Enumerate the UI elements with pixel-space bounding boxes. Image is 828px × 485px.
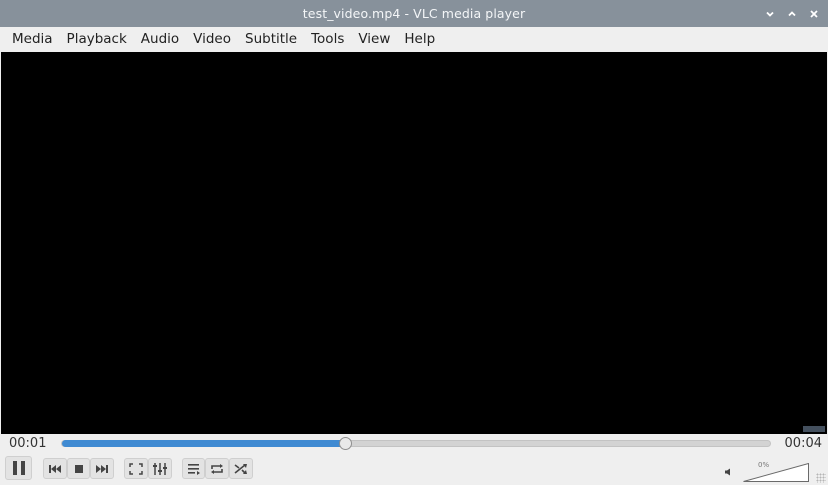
volume-slider[interactable] [743, 463, 809, 482]
window-controls [762, 0, 822, 27]
extended-settings-button[interactable] [148, 458, 172, 479]
seek-row: 00:01 00:04 [0, 434, 828, 454]
playlist-icon [187, 463, 201, 475]
menu-subtitle[interactable]: Subtitle [238, 27, 304, 51]
menu-view[interactable]: View [351, 27, 397, 51]
previous-button[interactable] [43, 458, 67, 479]
elapsed-time[interactable]: 00:01 [9, 436, 46, 451]
maximize-icon[interactable] [784, 6, 800, 22]
menu-video[interactable]: Video [186, 27, 238, 51]
video-display[interactable] [1, 52, 827, 434]
previous-icon [48, 464, 62, 474]
close-icon[interactable] [806, 6, 822, 22]
window-title: test_video.mp4 - VLC media player [302, 6, 526, 21]
seek-handle[interactable] [339, 437, 352, 450]
pause-button[interactable] [5, 456, 32, 480]
menu-bar: Media Playback Audio Video Subtitle Tool… [0, 27, 828, 51]
seek-slider[interactable] [61, 437, 771, 450]
resize-grip[interactable] [803, 426, 825, 432]
loop-icon [210, 463, 224, 475]
menu-help[interactable]: Help [397, 27, 442, 51]
stop-icon [74, 464, 84, 474]
shuffle-icon [234, 463, 248, 475]
extended-settings-icon [152, 462, 168, 476]
title-bar: test_video.mp4 - VLC media player [0, 0, 828, 27]
minimize-icon[interactable] [762, 6, 778, 22]
pause-icon [11, 460, 27, 476]
loop-button[interactable] [205, 458, 229, 479]
menu-media[interactable]: Media [5, 27, 60, 51]
speaker-icon[interactable] [723, 464, 733, 482]
total-time[interactable]: 00:04 [785, 436, 822, 451]
volume-control: 0% [723, 458, 823, 482]
seek-progress [62, 440, 345, 447]
menu-tools[interactable]: Tools [304, 27, 351, 51]
next-button[interactable] [90, 458, 114, 479]
stop-button[interactable] [67, 458, 90, 479]
fullscreen-button[interactable] [124, 458, 148, 479]
volume-percent: 0% [758, 461, 770, 469]
menu-playback[interactable]: Playback [60, 27, 134, 51]
playlist-button[interactable] [182, 458, 205, 479]
playback-controls [0, 455, 828, 485]
fullscreen-icon [129, 462, 143, 475]
shuffle-button[interactable] [229, 458, 253, 479]
next-icon [95, 464, 109, 474]
menu-audio[interactable]: Audio [134, 27, 186, 51]
window-resize-grip[interactable] [816, 473, 826, 483]
